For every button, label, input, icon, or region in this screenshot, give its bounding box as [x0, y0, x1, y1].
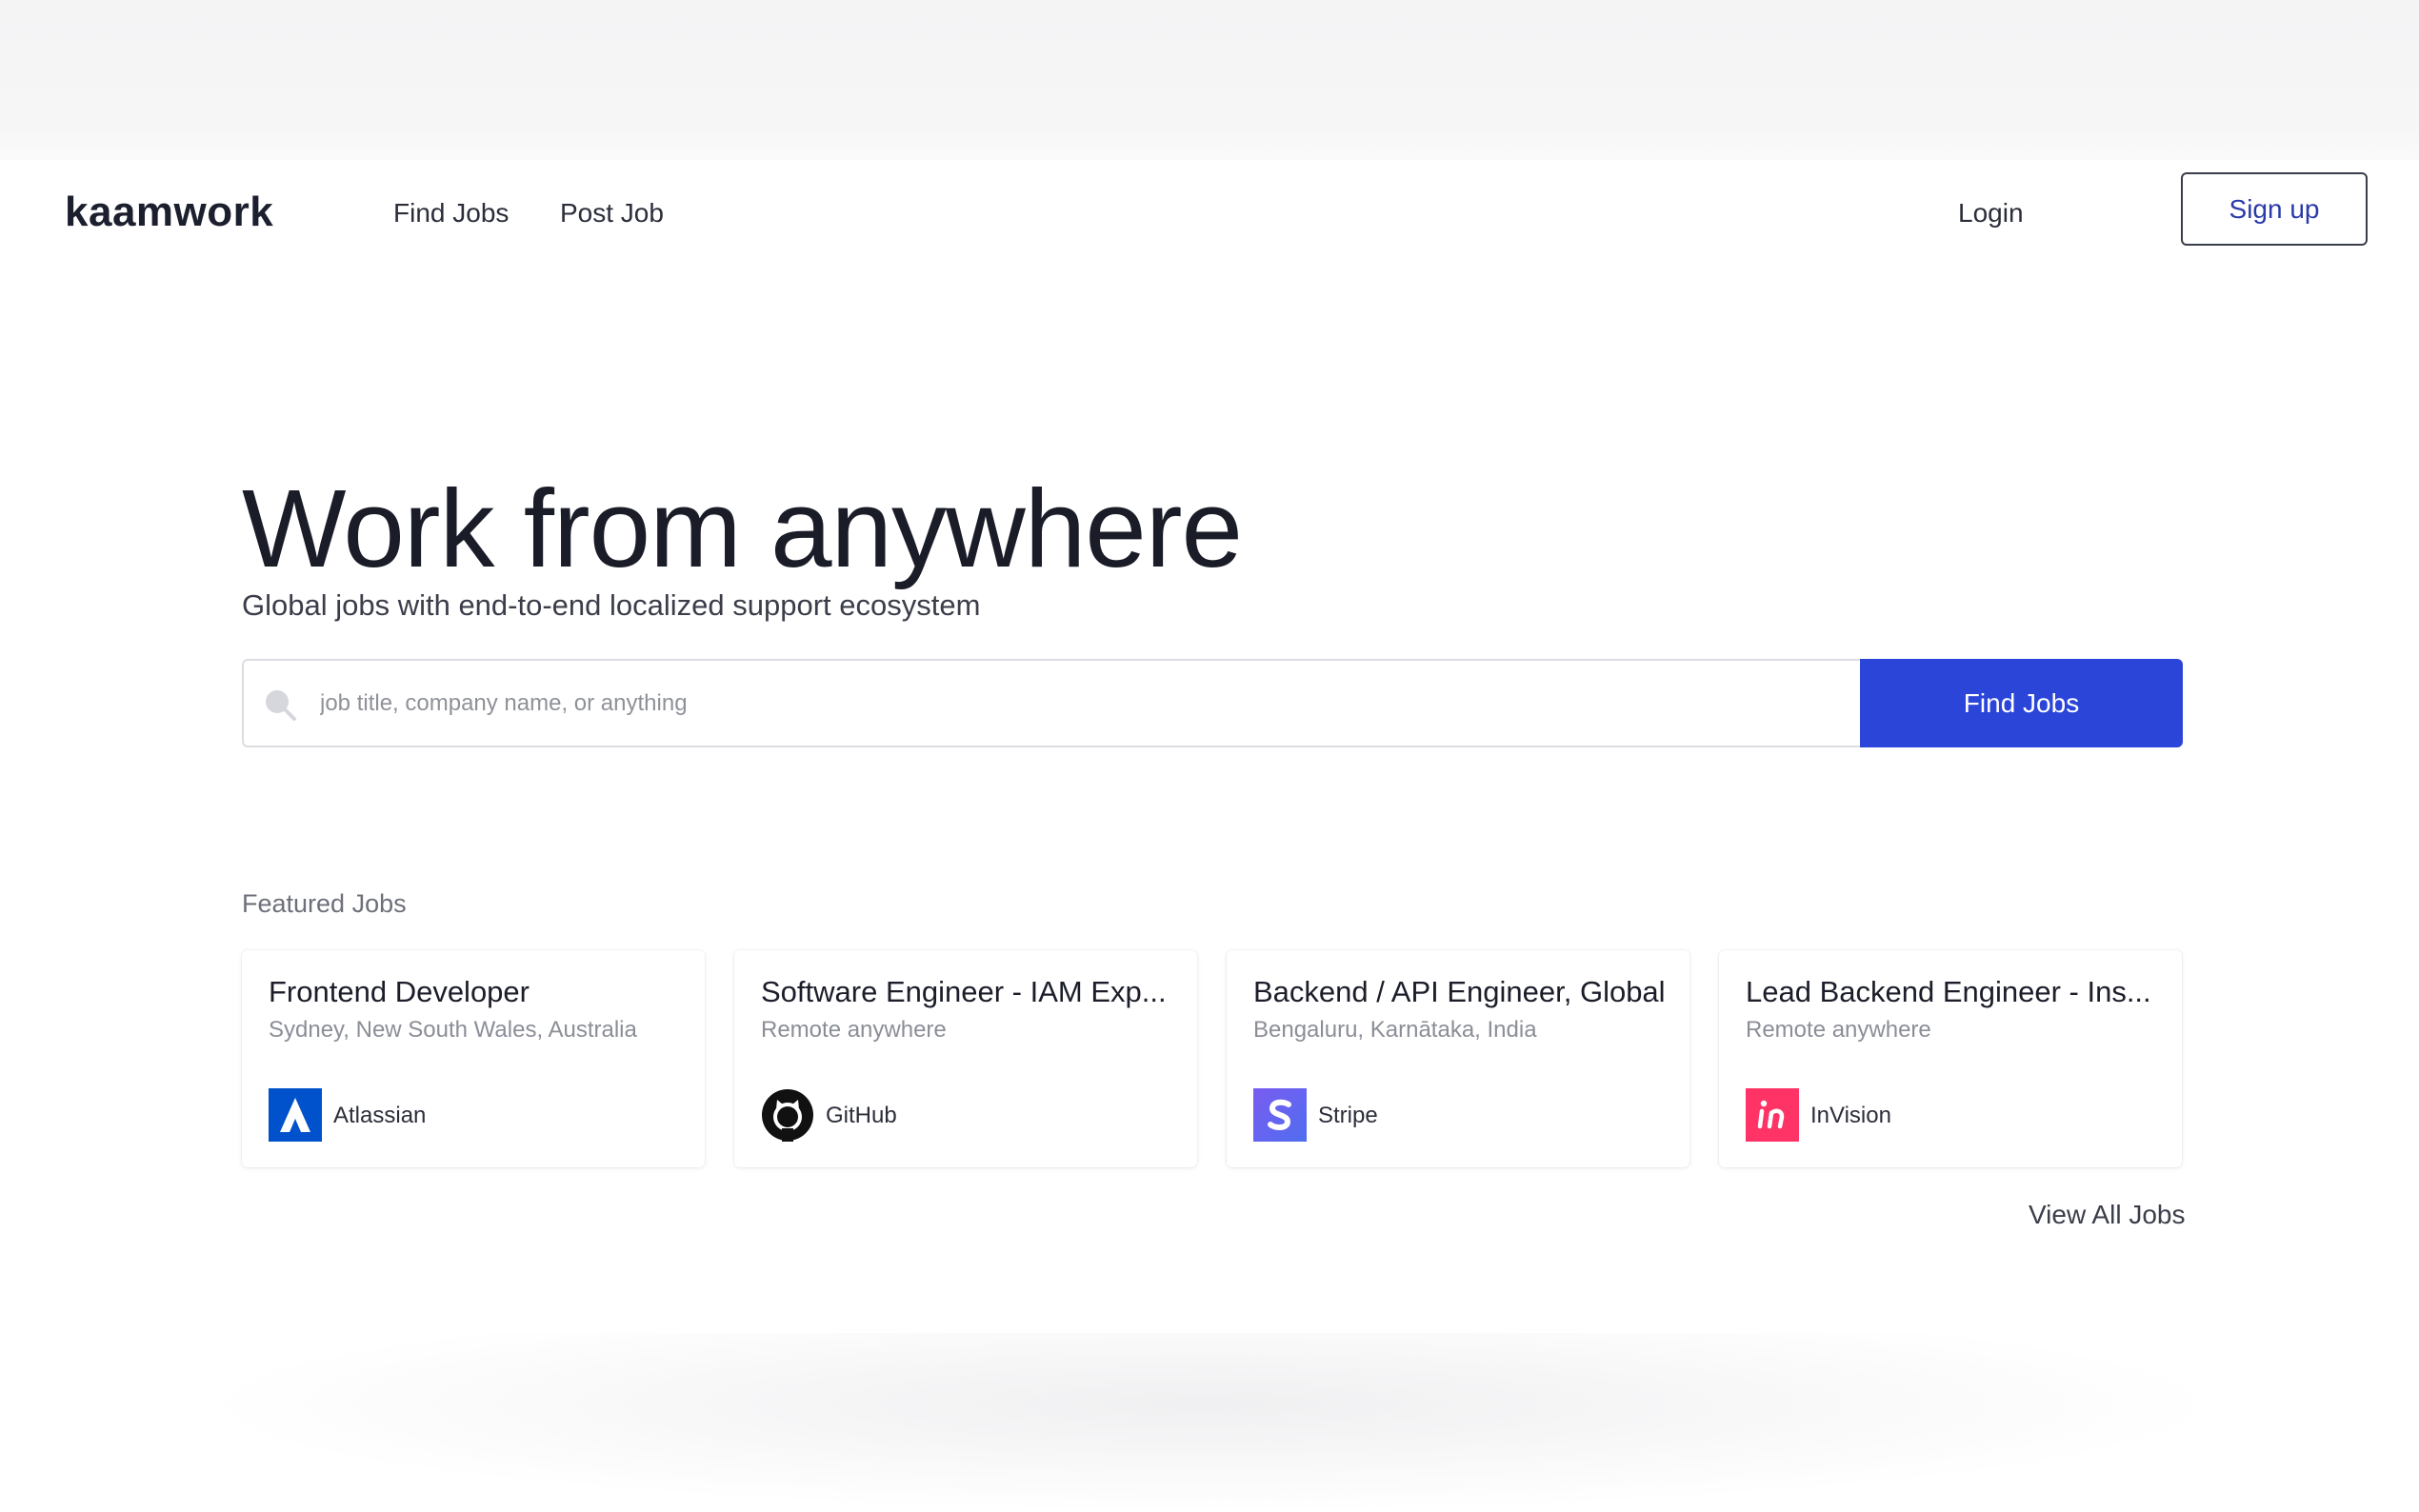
top-backdrop — [0, 0, 2419, 160]
nav-post-job[interactable]: Post Job — [560, 198, 664, 229]
invision-logo-icon — [1746, 1088, 1799, 1142]
company-name: InVision — [1810, 1103, 1891, 1128]
job-card[interactable]: Frontend Developer Sydney, New South Wal… — [242, 950, 705, 1167]
company-name: Stripe — [1318, 1103, 1378, 1128]
search-box[interactable] — [242, 659, 1861, 747]
find-jobs-button[interactable]: Find Jobs — [1860, 659, 2183, 747]
job-location: Remote anywhere — [1746, 1017, 1931, 1043]
hero-subtitle: Global jobs with end-to-end localized su… — [242, 588, 981, 622]
signup-button[interactable]: Sign up — [2181, 172, 2368, 246]
search-icon — [266, 690, 296, 721]
page: kaamwork Find Jobs Post Job Login Sign u… — [0, 0, 2419, 1512]
job-title: Software Engineer - IAM Exp... — [761, 975, 1167, 1008]
job-card[interactable]: Lead Backend Engineer - Ins... Remote an… — [1719, 950, 2182, 1167]
stripe-logo-icon — [1253, 1088, 1307, 1142]
job-location: Bengaluru, Karnātaka, India — [1253, 1017, 1537, 1043]
login-link[interactable]: Login — [1958, 198, 2024, 229]
company-name: Atlassian — [333, 1103, 427, 1128]
job-location: Sydney, New South Wales, Australia — [269, 1017, 637, 1043]
nav-find-jobs[interactable]: Find Jobs — [393, 198, 509, 229]
job-title: Backend / API Engineer, Global — [1253, 975, 1666, 1008]
logo[interactable]: kaamwork — [65, 189, 273, 236]
search-input[interactable] — [320, 674, 1844, 733]
job-title: Lead Backend Engineer - Ins... — [1746, 975, 2151, 1008]
header: kaamwork Find Jobs Post Job Login Sign u… — [0, 160, 2419, 265]
company-name: GitHub — [826, 1103, 897, 1128]
job-title: Frontend Developer — [269, 975, 530, 1008]
job-location: Remote anywhere — [761, 1017, 947, 1043]
bottom-backdrop — [190, 1333, 2229, 1512]
job-card[interactable]: Backend / API Engineer, Global Bengaluru… — [1227, 950, 1689, 1167]
view-all-jobs-link[interactable]: View All Jobs — [2029, 1200, 2185, 1230]
hero-title: Work from anywhere — [242, 467, 1243, 590]
job-card[interactable]: Software Engineer - IAM Exp... Remote an… — [734, 950, 1197, 1167]
atlassian-logo-icon — [269, 1088, 322, 1142]
github-logo-icon — [762, 1089, 813, 1142]
featured-jobs-heading: Featured Jobs — [242, 889, 407, 918]
